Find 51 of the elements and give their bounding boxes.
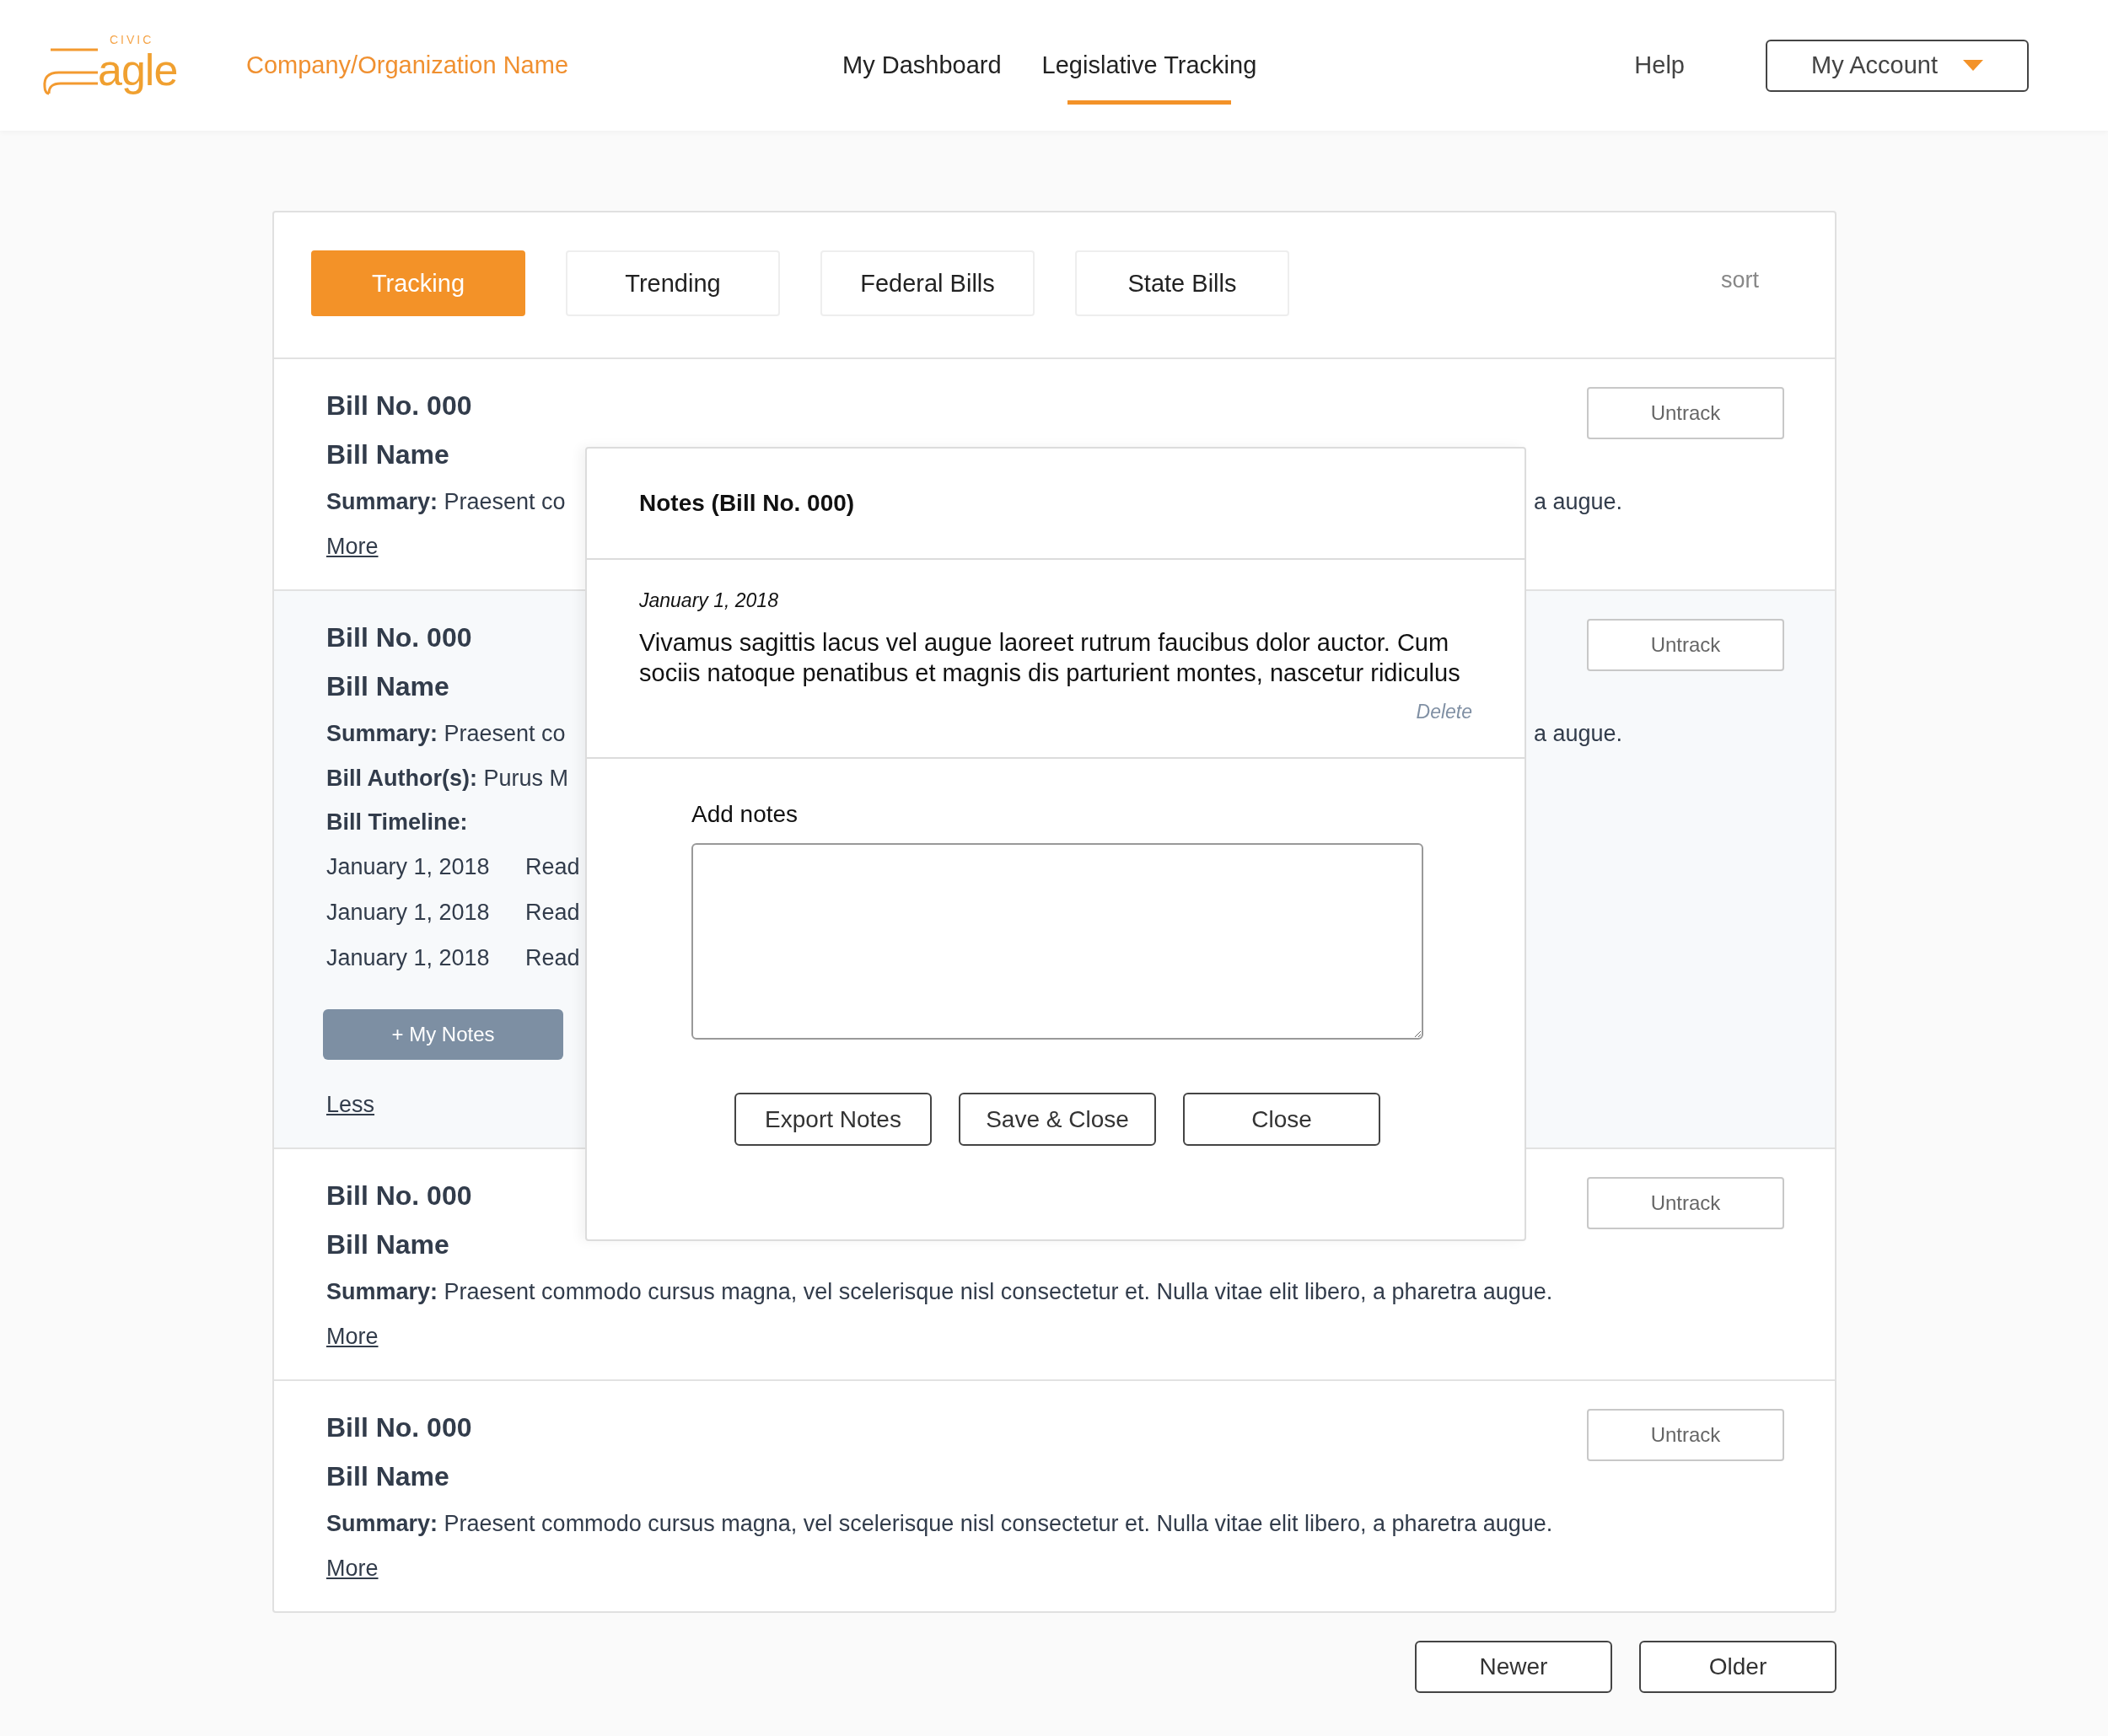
bill-summary-end: a augue. <box>1533 488 1622 516</box>
dialog-button[interactable]: Export Notes <box>734 1093 932 1146</box>
bill-summary: Summary: Praesent commodo cursus magna, vel scelerisque nisl consectetur et. Nulla vitae elit libero, a pharetra augue. <box>326 1278 1553 1306</box>
timeline-date: January 1, 2018 <box>326 899 491 927</box>
more-link[interactable]: More <box>326 524 379 568</box>
bill-summary: Summary: Praesent co <box>326 488 566 516</box>
filter-tab[interactable]: Federal Bills <box>820 250 1035 316</box>
untrack-button[interactable]: Untrack <box>1587 1177 1784 1229</box>
account-dropdown[interactable]: My Account <box>1766 39 2029 92</box>
bill-summary: Summary: Praesent co <box>326 720 566 748</box>
caret-icon <box>1962 59 1983 72</box>
more-link[interactable]: More <box>326 1314 379 1358</box>
sort-link[interactable]: sort <box>1721 266 1759 293</box>
bill-summary-end: a augue. <box>1533 720 1622 748</box>
filter-tab[interactable]: State Bills <box>1075 250 1289 316</box>
timeline-event: Read <box>525 944 580 972</box>
bill-name: Bill Name <box>326 1460 449 1493</box>
note-text: Vivamus sagittis lacus vel augue laoreet rutrum faucibus dolor auctor. Cum sociis natoque penatibus et magnis dis parturient montes, nascetur ridiculus <box>639 628 1461 688</box>
pager-button[interactable]: Newer <box>1415 1641 1612 1693</box>
dialog-button[interactable]: Close <box>1183 1093 1380 1146</box>
timeline-date: January 1, 2018 <box>326 853 491 881</box>
bill-number: Bill No. 000 <box>326 621 472 654</box>
bill-number: Bill No. 000 <box>326 390 472 422</box>
untrack-button[interactable]: Untrack <box>1587 619 1784 671</box>
timeline-event: Read <box>525 899 580 927</box>
untrack-button[interactable]: Untrack <box>1587 387 1784 439</box>
note-date: January 1, 2018 <box>639 589 778 613</box>
add-notes-label: Add notes <box>691 800 799 829</box>
bill-number: Bill No. 000 <box>326 1411 472 1444</box>
timeline-event: Read <box>525 853 580 881</box>
timeline-heading: Bill Timeline: <box>326 809 468 836</box>
bill-summary: Summary: Praesent commodo cursus magna, vel scelerisque nisl consectetur et. Nulla vitae elit libero, a pharetra augue. <box>326 1510 1553 1538</box>
more-link[interactable]: More <box>326 1546 379 1590</box>
nav-link[interactable]: My Dashboard <box>842 0 1002 131</box>
bill-name: Bill Name <box>326 670 449 703</box>
pager-button[interactable]: Older <box>1639 1641 1836 1693</box>
filter-tab[interactable]: Trending <box>566 250 780 316</box>
dialog-button[interactable]: Save & Close <box>959 1093 1156 1146</box>
help-link[interactable]: Help <box>1634 51 1685 79</box>
nav-link[interactable]: Legislative Tracking <box>1041 0 1257 131</box>
untrack-button[interactable]: Untrack <box>1587 1409 1784 1461</box>
bill-number: Bill No. 000 <box>326 1180 472 1212</box>
timeline-date: January 1, 2018 <box>326 944 491 972</box>
logo-small-text: CIVIC <box>110 32 154 46</box>
bill-name: Bill Name <box>326 1228 449 1261</box>
less-link[interactable]: Less <box>326 1083 375 1126</box>
bill-authors: Bill Author(s): Purus M <box>326 765 568 793</box>
organization-name: Company/Organization Name <box>246 51 568 79</box>
notes-input-field[interactable] <box>691 843 1423 1040</box>
bill-name: Bill Name <box>326 438 449 471</box>
dialog-title: Notes (Bill No. 000) <box>639 490 855 517</box>
